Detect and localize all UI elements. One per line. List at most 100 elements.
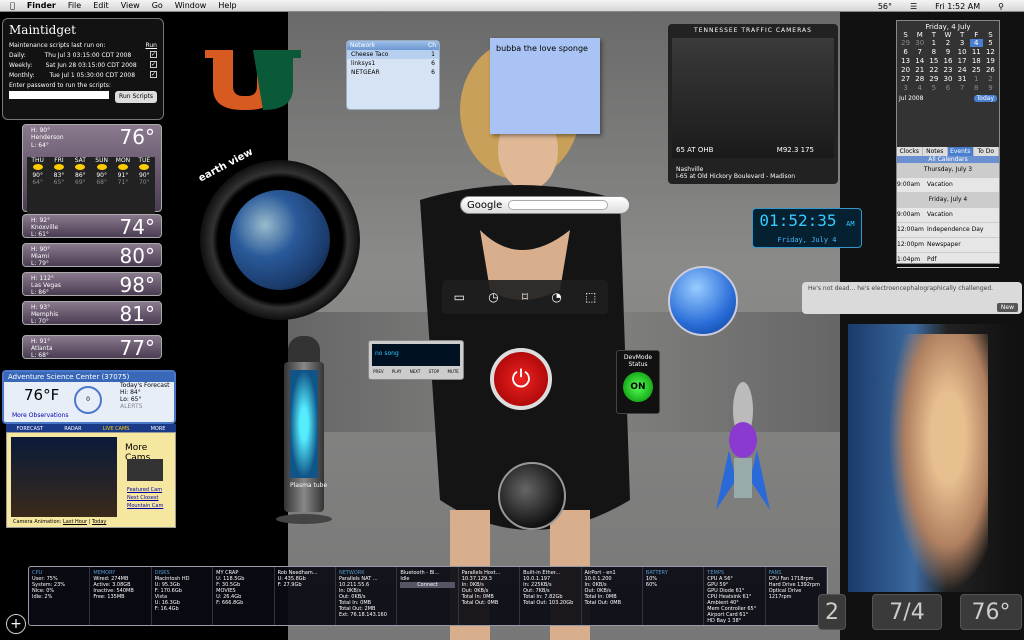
calendar-day[interactable]: 27	[899, 75, 912, 83]
calendar-day[interactable]: 7	[913, 48, 926, 56]
calendar-day[interactable]: 5	[927, 84, 940, 92]
featured-cam-link[interactable]: Featured Cam	[127, 487, 162, 493]
event-row[interactable]: 9:00am Vacation	[897, 208, 999, 223]
network-widget[interactable]: Network Ch Cheese Taco 1 linksys1 6 NETGEAR…	[346, 40, 440, 110]
calendar-day[interactable]: 17	[956, 57, 969, 65]
stop-button[interactable]: STOP	[429, 369, 440, 374]
calendar-list[interactable]: All Calendars	[897, 156, 999, 163]
menu-window[interactable]: Window	[175, 1, 207, 10]
today-button[interactable]: Today	[973, 95, 997, 102]
add-widget-button[interactable]: +	[6, 614, 26, 634]
calendar-day[interactable]: 24	[956, 66, 969, 74]
more-observations-link[interactable]: More Observations	[12, 412, 68, 419]
calendar-day[interactable]: 6	[899, 48, 912, 56]
traffic-cam-widget[interactable]: TENNESSEE TRAFFIC CAMERAS 65 AT OHB M92.…	[668, 24, 838, 184]
earth-view-widget[interactable]	[200, 160, 360, 320]
plasma-lamp-widget[interactable]: Plasma tube	[276, 336, 332, 526]
calendar-day[interactable]: 13	[899, 57, 912, 65]
calendar-day[interactable]: 21	[913, 66, 926, 74]
screenshot-icon[interactable]: ⬚	[585, 290, 596, 304]
calendar-day[interactable]: 29	[927, 75, 940, 83]
google-search-input[interactable]	[508, 200, 609, 210]
calendar-day[interactable]: 14	[913, 57, 926, 65]
prev-button[interactable]: PREV	[373, 369, 383, 374]
event-row[interactable]: 12:00pm Newspaper	[897, 238, 999, 253]
asc-alerts[interactable]: ALERTS	[120, 403, 169, 410]
menu-file[interactable]: File	[68, 1, 81, 10]
weather-widget-knoxville[interactable]: H: 92° Knoxville L: 61° 74°	[22, 214, 162, 239]
event-row[interactable]: 9:00am Vacation	[897, 178, 999, 193]
calendar-day[interactable]: 26	[984, 66, 997, 74]
calendar-day[interactable]: 15	[927, 57, 940, 65]
tile-count[interactable]: 2	[818, 594, 846, 630]
calendar-day[interactable]: 16	[941, 57, 954, 65]
calendar-day[interactable]: 22	[927, 66, 940, 74]
tab-notes[interactable]: Notes	[923, 147, 948, 156]
run-scripts-button[interactable]: Run Scripts	[115, 91, 157, 103]
monthly-checkbox[interactable]: ✓	[150, 71, 157, 78]
calendar-day[interactable]: 23	[941, 66, 954, 74]
calendar-day[interactable]: 4	[969, 39, 983, 47]
weekly-checkbox[interactable]: ✓	[149, 61, 157, 68]
calendar-day[interactable]: 28	[913, 75, 926, 83]
new-quote-button[interactable]: New	[996, 303, 1018, 312]
tab-clocks[interactable]: Clocks	[897, 147, 923, 156]
display-icon[interactable]: ▭	[454, 290, 465, 304]
calendar-day[interactable]: 3	[899, 84, 912, 92]
cam-thumb[interactable]	[127, 459, 163, 481]
event-row[interactable]: 1:04pm Pdf	[897, 253, 999, 268]
sticky-note[interactable]: bubba the love sponge	[490, 38, 600, 134]
daily-checkbox[interactable]: ✓	[150, 51, 157, 58]
moon-phase-widget[interactable]	[498, 462, 566, 530]
photo-widget[interactable]	[848, 324, 1014, 592]
next-closest-link[interactable]: Next Closest	[127, 495, 158, 501]
network-row[interactable]: linksys1 6	[347, 59, 439, 68]
battery-temp[interactable]: 56°	[878, 2, 892, 11]
mute-button[interactable]: MUTE	[447, 369, 458, 374]
network-row[interactable]: NETGEAR 6	[347, 68, 439, 77]
calendar-day[interactable]: 19	[984, 57, 997, 65]
devmode-toggle[interactable]: ON	[623, 372, 653, 402]
calendar-day[interactable]: 25	[970, 66, 983, 74]
network-row[interactable]: Cheese Taco 1	[347, 50, 439, 59]
next-button[interactable]: NEXT	[410, 369, 421, 374]
calendar-day[interactable]: 7	[956, 84, 969, 92]
menu-app-name[interactable]: Finder	[27, 1, 56, 10]
calendar-day[interactable]: 9	[984, 84, 997, 92]
mountain-cam-link[interactable]: Mountain Cam	[127, 503, 163, 509]
calendar-day[interactable]: 8	[927, 48, 940, 56]
menu-view[interactable]: View	[121, 1, 140, 10]
calendar-day[interactable]: 6	[941, 84, 954, 92]
calendar-day[interactable]: 1	[927, 39, 940, 47]
power-button[interactable]: ⏻	[490, 348, 552, 410]
calendar-day[interactable]: 29	[899, 39, 912, 47]
calendar-day[interactable]: 4	[913, 84, 926, 92]
rocket-lamp-icon[interactable]	[716, 380, 770, 520]
weather-widget-memphis[interactable]: H: 93° Memphis L: 70° 81°	[22, 301, 162, 326]
calendar-day[interactable]: 18	[970, 57, 983, 65]
calendar-day[interactable]: 12	[984, 48, 997, 56]
calendar-day[interactable]: 9	[941, 48, 954, 56]
tile-date[interactable]: 7/4	[872, 594, 942, 630]
apple-menu-icon[interactable]: 	[10, 1, 15, 10]
calendar-day[interactable]: 30	[941, 75, 954, 83]
calendar-day[interactable]: 5	[984, 39, 997, 47]
spotlight-icon[interactable]: ⚲	[998, 2, 1004, 11]
calendar-day[interactable]: 11	[970, 48, 983, 56]
event-row[interactable]: 12:00am Independence Day	[897, 223, 999, 238]
calendar-day[interactable]: 2	[984, 75, 997, 83]
status-line[interactable]: Connect	[400, 582, 455, 588]
menu-help[interactable]: Help	[218, 1, 236, 10]
calendar-day[interactable]: 3	[956, 39, 969, 47]
last-hour-link[interactable]: Last Hour	[63, 519, 87, 525]
tab-todo[interactable]: To Do	[974, 147, 999, 156]
weather-widget-main[interactable]: H: 90° Henderson L: 64° 76° THU 90° 64° FR…	[22, 124, 162, 219]
calendar-day[interactable]: 31	[956, 75, 969, 83]
maint-password-field[interactable]	[9, 91, 109, 99]
weather-widget-miami[interactable]: H: 90° Miami L: 79° 80°	[22, 243, 162, 268]
today-link[interactable]: Today	[92, 519, 106, 525]
tile-temp[interactable]: 76°	[960, 594, 1022, 630]
calendar-day[interactable]: 1	[970, 75, 983, 83]
camera-icon[interactable]: ⌑	[522, 290, 528, 304]
play-button[interactable]: PLAY	[392, 369, 402, 374]
